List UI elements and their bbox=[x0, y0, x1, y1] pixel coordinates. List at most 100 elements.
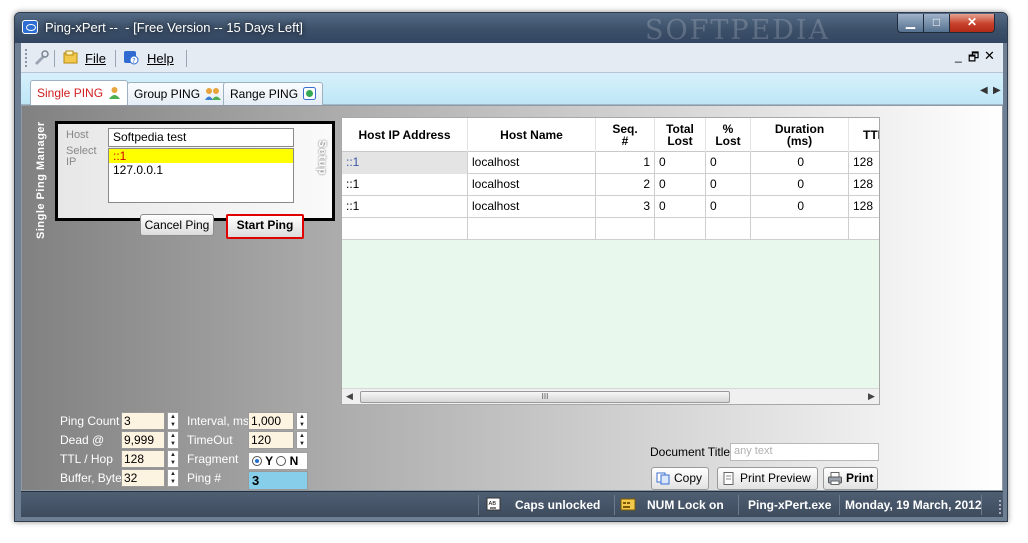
horizontal-scrollbar[interactable]: ◀ III ▶ bbox=[342, 388, 879, 404]
app-window: Ping-xPert -- - [Free Version -- 15 Days… bbox=[14, 12, 1008, 522]
mdi-close-button[interactable]: ✕ bbox=[984, 48, 995, 64]
cell-duration[interactable]: 0 bbox=[751, 174, 849, 196]
column-header-pct-lost[interactable]: % Lost bbox=[706, 118, 751, 152]
ttl-hop-spinner[interactable]: ▲ ▼ bbox=[167, 450, 179, 468]
menu-file[interactable]: File bbox=[85, 51, 106, 66]
resize-grip[interactable] bbox=[989, 500, 1001, 514]
ip-list-item[interactable]: 127.0.0.1 bbox=[109, 163, 293, 177]
cell-seq[interactable]: 1 bbox=[596, 152, 655, 174]
cell-seq[interactable]: 3 bbox=[596, 196, 655, 218]
setup-panel: Host Select IP Softpedia test ::1 127.0.… bbox=[55, 121, 335, 221]
column-header-total-lost[interactable]: Total Lost bbox=[655, 118, 706, 152]
cell-host-name[interactable]: localhost bbox=[468, 152, 596, 174]
group-users-icon bbox=[205, 88, 222, 100]
minimize-button[interactable]: ▁ bbox=[897, 14, 924, 33]
table-row[interactable]: ::1 localhost 1 0 0 0 128 bbox=[342, 152, 879, 174]
start-ping-button[interactable]: Start Ping bbox=[226, 214, 304, 239]
cell-ttl[interactable]: 128 bbox=[849, 196, 879, 218]
tab-label: Group PING bbox=[134, 87, 201, 101]
cancel-ping-button[interactable]: Cancel Ping bbox=[140, 214, 214, 236]
table-row[interactable]: ::1 localhost 3 0 0 0 128 bbox=[342, 196, 879, 218]
buffer-input[interactable]: 32 bbox=[121, 469, 165, 487]
maximize-button[interactable]: □ bbox=[923, 14, 950, 33]
dead-input[interactable]: 9,999 bbox=[121, 431, 165, 449]
column-header-seq[interactable]: Seq. # bbox=[596, 118, 655, 152]
grid-header: Host IP Address Host Name Seq. # Total L… bbox=[342, 118, 879, 152]
ping-results-grid[interactable]: Host IP Address Host Name Seq. # Total L… bbox=[341, 117, 880, 405]
timeout-spinner[interactable]: ▲ ▼ bbox=[296, 431, 308, 449]
copy-button[interactable]: Copy bbox=[651, 467, 709, 490]
dead-label: Dead @ bbox=[60, 433, 105, 447]
cell-host-name[interactable]: localhost bbox=[468, 174, 596, 196]
cell-ttl[interactable]: 128 bbox=[849, 152, 879, 174]
cell-total-lost[interactable]: 0 bbox=[655, 152, 706, 174]
tab-group-ping[interactable]: Group PING bbox=[127, 82, 229, 105]
cell-total-lost[interactable]: 0 bbox=[655, 174, 706, 196]
cell-empty[interactable] bbox=[751, 218, 849, 240]
interval-input[interactable]: 1,000 bbox=[248, 412, 294, 430]
close-button[interactable]: ✕ bbox=[949, 14, 995, 33]
fragment-no-radio[interactable] bbox=[276, 456, 287, 466]
buffer-spinner[interactable]: ▲ ▼ bbox=[167, 469, 179, 487]
cell-empty[interactable] bbox=[849, 218, 879, 240]
tab-label: Range PING bbox=[230, 87, 299, 101]
dead-spinner[interactable]: ▲ ▼ bbox=[167, 431, 179, 449]
ping-count-spinner[interactable]: ▲ ▼ bbox=[167, 412, 179, 430]
status-bar: AB Caps unlocked NUM Lock on Ping-xPert.… bbox=[21, 491, 1003, 517]
mdi-restore-button[interactable]: 🗗 bbox=[968, 48, 979, 69]
ping-count-input[interactable]: 3 bbox=[121, 412, 165, 430]
setup-label[interactable]: Setup bbox=[316, 140, 328, 176]
column-header-duration[interactable]: Duration (ms) bbox=[751, 118, 849, 152]
column-header-host-name[interactable]: Host Name bbox=[468, 118, 596, 152]
scroll-right-button[interactable]: ▶ bbox=[868, 391, 875, 402]
print-preview-button[interactable]: Print Preview bbox=[717, 467, 818, 490]
cell-duration[interactable]: 0 bbox=[751, 196, 849, 218]
scrollbar-thumb[interactable]: III bbox=[360, 391, 730, 403]
tab-scroll-right-button[interactable]: ▶ bbox=[993, 85, 1001, 96]
table-row[interactable]: ::1 localhost 2 0 0 0 128 bbox=[342, 174, 879, 196]
cell-total-lost[interactable]: 0 bbox=[655, 196, 706, 218]
scroll-left-button[interactable]: ◀ bbox=[346, 391, 353, 402]
cell-host-ip[interactable]: ::1 bbox=[342, 174, 468, 196]
buffer-label: Buffer, Byte bbox=[60, 471, 122, 485]
table-row-empty[interactable] bbox=[342, 218, 879, 240]
host-input[interactable]: Softpedia test bbox=[108, 128, 294, 147]
select-ip-label: Select IP bbox=[66, 145, 97, 168]
fragment-yes-radio[interactable] bbox=[252, 456, 262, 466]
cell-empty[interactable] bbox=[468, 218, 596, 240]
cell-ttl[interactable]: 128 bbox=[849, 174, 879, 196]
toolbar-grip[interactable] bbox=[25, 49, 28, 67]
document-title-input[interactable]: any text bbox=[730, 443, 879, 461]
tab-strip: Single PING Group PING Range PING ◀ ▶ bbox=[21, 73, 1003, 106]
print-button[interactable]: Print bbox=[823, 467, 878, 490]
cell-host-ip[interactable]: ::1 bbox=[342, 152, 468, 174]
cell-host-name[interactable]: localhost bbox=[468, 196, 596, 218]
cell-empty[interactable] bbox=[342, 218, 468, 240]
timeout-input[interactable]: 120 bbox=[248, 431, 294, 449]
fragment-options: Y N bbox=[248, 452, 308, 470]
title-bar[interactable]: Ping-xPert -- - [Free Version -- 15 Days… bbox=[15, 13, 1007, 46]
interval-spinner[interactable]: ▲ ▼ bbox=[296, 412, 308, 430]
tools-icon[interactable] bbox=[33, 50, 49, 65]
fragment-no-label: N bbox=[289, 454, 299, 468]
app-logo-icon bbox=[22, 20, 38, 34]
column-header-host-ip[interactable]: Host IP Address bbox=[342, 118, 468, 152]
cell-empty[interactable] bbox=[655, 218, 706, 240]
tab-scroll-left-button[interactable]: ◀ bbox=[980, 85, 988, 96]
cell-empty[interactable] bbox=[596, 218, 655, 240]
ip-list-item[interactable]: ::1 bbox=[109, 149, 293, 163]
cell-empty[interactable] bbox=[706, 218, 751, 240]
cell-seq[interactable]: 2 bbox=[596, 174, 655, 196]
column-header-ttl[interactable]: TTL bbox=[849, 118, 879, 152]
ttl-hop-input[interactable]: 128 bbox=[121, 450, 165, 468]
menu-help[interactable]: Help bbox=[147, 51, 174, 66]
cell-host-ip[interactable]: ::1 bbox=[342, 196, 468, 218]
cell-pct-lost[interactable]: 0 bbox=[706, 174, 751, 196]
cell-pct-lost[interactable]: 0 bbox=[706, 196, 751, 218]
mdi-minimize-button[interactable]: _ bbox=[955, 49, 962, 63]
cell-duration[interactable]: 0 bbox=[751, 152, 849, 174]
ip-address-list[interactable]: ::1 127.0.0.1 bbox=[108, 148, 294, 203]
tab-single-ping[interactable]: Single PING bbox=[30, 80, 129, 106]
cell-pct-lost[interactable]: 0 bbox=[706, 152, 751, 174]
tab-range-ping[interactable]: Range PING bbox=[223, 82, 324, 105]
